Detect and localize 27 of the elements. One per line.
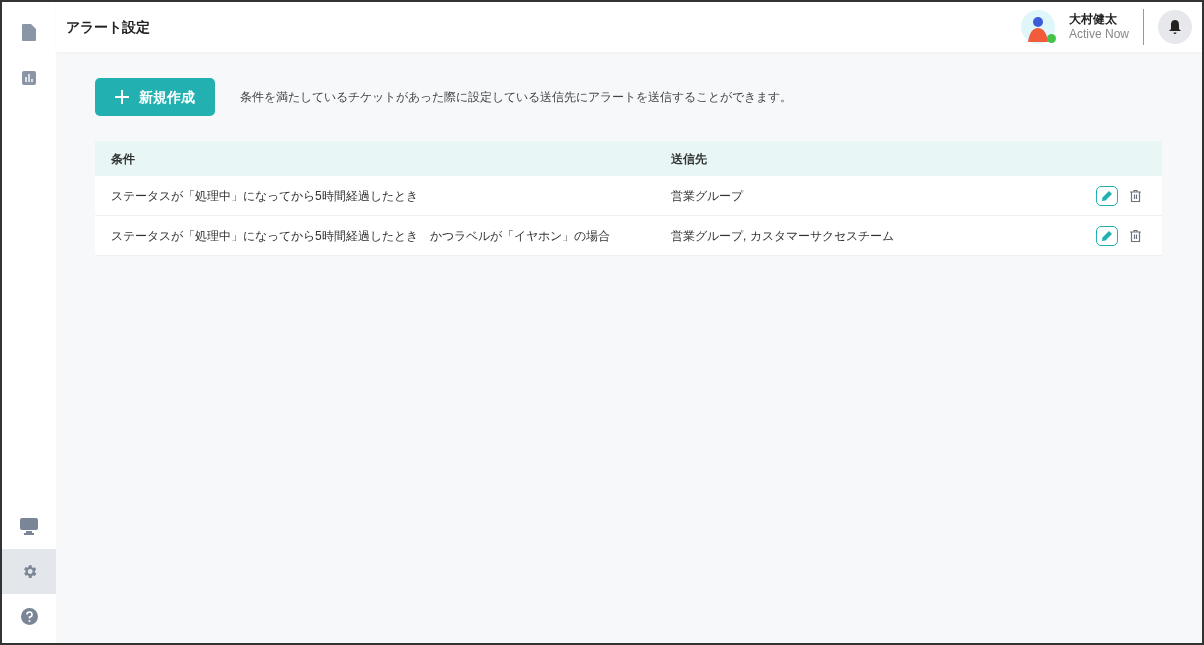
new-button[interactable]: 新規作成 [95, 78, 215, 116]
description-text: 条件を満たしているチケットがあった際に設定している送信先にアラートを送信することができます。 [240, 89, 792, 106]
pencil-icon [1102, 230, 1112, 241]
column-header: 送信先 [671, 150, 707, 168]
monitor-icon [20, 518, 38, 535]
delete-button[interactable] [1128, 187, 1142, 204]
bar-chart-icon [22, 70, 36, 85]
document-icon [22, 24, 36, 41]
edit-button[interactable] [1096, 225, 1118, 246]
trash-icon [1129, 229, 1141, 242]
condition-cell-text: ステータスが「処理中」になってから5時間経過したとき [110, 187, 419, 205]
edit-button[interactable] [1096, 185, 1118, 206]
column-header: 条件 [110, 150, 136, 168]
condition-cell-text: ステータスが「処理中」になってから5時間経過したとき かつラベルが「イヤホン」の場合 [110, 227, 611, 245]
bell-icon [1168, 19, 1182, 35]
delete-button[interactable] [1128, 227, 1142, 244]
trash-icon [1129, 189, 1141, 202]
user-name: 大村健太 [1068, 12, 1118, 27]
help-icon [20, 608, 38, 625]
notification-button[interactable] [1158, 10, 1192, 44]
user-status: Active Now [1068, 27, 1129, 42]
plus-icon [115, 90, 129, 104]
recipients-cell-text: 営業グループ [671, 187, 745, 205]
page-title: アラート設定 [66, 17, 151, 37]
recipients-cell-text: 営業グループ, カスタマーサクセスチーム [671, 227, 895, 245]
sidebar-item[interactable] [2, 549, 56, 594]
pencil-icon [1102, 190, 1112, 201]
